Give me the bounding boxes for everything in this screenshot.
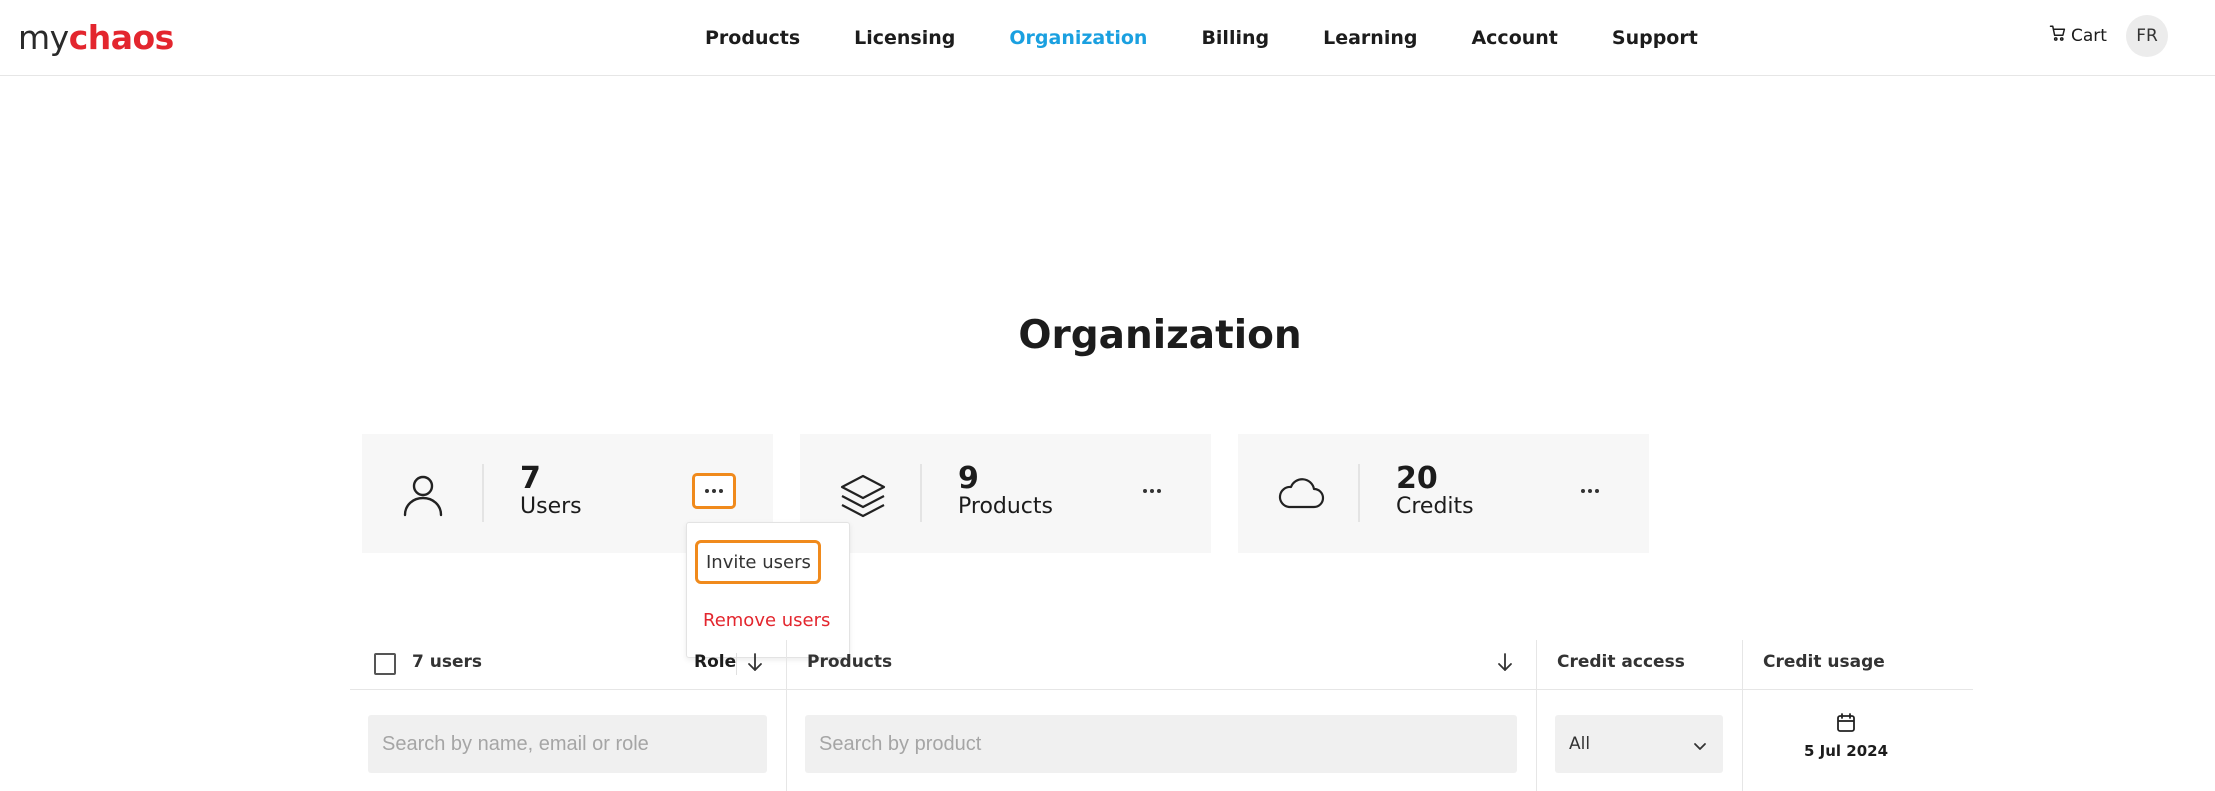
nav-support[interactable]: Support [1612, 27, 1698, 49]
nav-organization[interactable]: Organization [1009, 27, 1147, 49]
credit-access-value: All [1569, 734, 1591, 754]
products-label: Products [958, 494, 1053, 519]
credit-access-column-header[interactable]: Credit access [1557, 652, 1685, 672]
products-count: 9 [958, 461, 979, 496]
column-divider [786, 640, 787, 690]
credit-access-select[interactable]: All [1555, 715, 1723, 773]
nav-account[interactable]: Account [1471, 27, 1557, 49]
sort-down-icon[interactable] [745, 650, 765, 674]
search-users-input[interactable] [368, 715, 767, 773]
logo-my: my [18, 18, 69, 57]
card-divider [1358, 464, 1360, 522]
cloud-icon [1276, 471, 1325, 517]
user-icon [400, 471, 446, 517]
nav-licensing[interactable]: Licensing [854, 27, 955, 49]
card-divider [482, 464, 484, 522]
credit-usage-column-header[interactable]: Credit usage [1763, 652, 1885, 672]
users-actions-menu: Invite users Remove users [686, 522, 850, 658]
users-label: Users [520, 494, 582, 519]
cart-icon [2049, 24, 2067, 47]
users-table-header: 7 users Role Products Credit access Cred… [350, 640, 1973, 690]
more-icon [1581, 489, 1599, 493]
page-title: Organization [1018, 313, 1302, 358]
column-divider [1536, 690, 1537, 791]
column-divider [1742, 640, 1743, 690]
main-nav: Products Licensing Organization Billing … [705, 0, 1698, 76]
more-icon [705, 489, 723, 493]
date-value: 5 Jul 2024 [1803, 742, 1889, 760]
logo-chaos: chaos [68, 18, 175, 57]
card-divider [920, 464, 922, 522]
remove-users-menu-item[interactable]: Remove users [695, 606, 838, 635]
cart-label: Cart [2071, 25, 2107, 46]
nav-billing[interactable]: Billing [1201, 27, 1269, 49]
credits-card: 20 Credits [1238, 434, 1649, 553]
user-avatar[interactable]: FR [2126, 15, 2168, 57]
layers-icon [838, 471, 886, 518]
credits-label: Credits [1396, 494, 1474, 519]
credits-count: 20 [1396, 461, 1438, 496]
sort-down-icon[interactable] [1495, 650, 1515, 674]
products-column-header[interactable]: Products [807, 652, 892, 672]
products-more-button[interactable] [1130, 473, 1174, 509]
search-product-input[interactable] [805, 715, 1517, 773]
calendar-icon [1835, 713, 1857, 738]
credit-usage-date-picker[interactable]: 5 Jul 2024 [1743, 712, 1949, 760]
role-separator [736, 653, 737, 675]
role-column-header[interactable]: Role [694, 652, 736, 672]
users-count: 7 [520, 461, 541, 496]
column-divider [1536, 640, 1537, 690]
nav-products[interactable]: Products [705, 27, 800, 49]
credits-more-button[interactable] [1568, 473, 1612, 509]
products-card: 9 Products [800, 434, 1211, 553]
users-count-header: 7 users [412, 652, 483, 672]
select-all-checkbox[interactable] [374, 653, 396, 675]
top-header: my chaos Products Licensing Organization … [0, 0, 2215, 76]
nav-learning[interactable]: Learning [1323, 27, 1417, 49]
more-icon [1143, 489, 1161, 493]
mychaos-logo[interactable]: my chaos [18, 18, 174, 58]
invite-users-menu-item[interactable]: Invite users [695, 540, 821, 584]
column-divider [786, 690, 787, 791]
chevron-down-icon [1693, 737, 1707, 757]
cart-button[interactable]: Cart [2049, 24, 2107, 47]
users-more-button[interactable] [692, 473, 736, 509]
